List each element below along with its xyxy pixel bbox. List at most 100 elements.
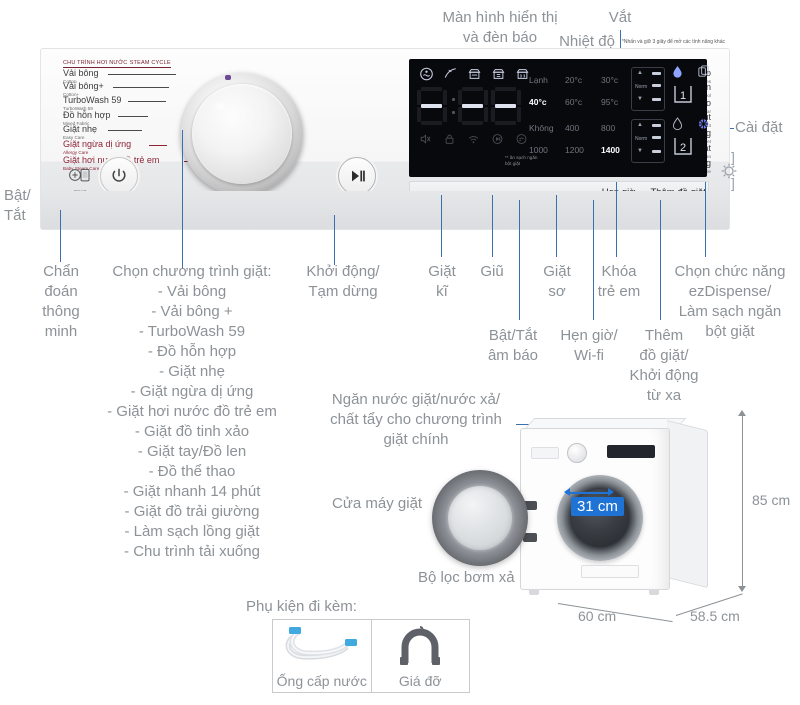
temperature-row: 40°c 60°c 95°c bbox=[529, 91, 639, 113]
ezdispense-level-2[interactable]: ▲ ▼ Norm bbox=[631, 119, 665, 163]
ezdispense-drawer-1: 1 bbox=[671, 85, 699, 112]
status-indicator-icons bbox=[419, 133, 528, 145]
accessory-caption-bracket: Giá đỡ bbox=[398, 673, 442, 689]
spin-note: ** ăn sạch ngăn bột giặt bbox=[505, 155, 538, 166]
lcd-display: Lạnh 20°c 30°c 40°c 60°c 95°c Không 400 800 1000… bbox=[409, 59, 709, 177]
bleach-flower-icon-2 bbox=[698, 119, 709, 129]
svg-text:1: 1 bbox=[680, 90, 686, 102]
height-arrow-bottom bbox=[738, 586, 746, 592]
function-button-row[interactable]: Giặt kĩ Giũ+ Giặt sơ Hẹn giờ *Wi-Fi Thêm đồ g… bbox=[409, 181, 709, 209]
spin-option[interactable]: Không bbox=[529, 117, 565, 139]
callout-spin: Vắt bbox=[608, 9, 632, 26]
warranty-badge: 10 WARRANTY bbox=[693, 202, 721, 227]
program-callout-item: - Đồ thể thao bbox=[148, 463, 236, 480]
washer-pump-filter-cover bbox=[581, 565, 639, 578]
program-label-vi: Đồ hỗn hợp bbox=[63, 110, 111, 120]
function-button-label: Hẹn giờ bbox=[601, 186, 636, 198]
washer-open-door bbox=[432, 470, 528, 566]
door-arrow-right bbox=[608, 488, 614, 496]
bracket-right-bottom: ] bbox=[731, 175, 735, 191]
softener-icon-1 bbox=[698, 65, 709, 77]
program-callout-item: - Vải bông + bbox=[151, 303, 233, 320]
height-dim-label: 85 cm bbox=[752, 492, 791, 508]
temperature-option[interactable]: 20°c bbox=[565, 69, 601, 91]
callout-door: Cửa máy giặt bbox=[332, 495, 423, 512]
program-left-line-5 bbox=[148, 145, 167, 146]
wifi-icon bbox=[468, 136, 479, 144]
leader-giatki bbox=[441, 195, 442, 257]
temperature-option[interactable]: 40°c bbox=[529, 91, 565, 113]
ezdispense-norm-label-1: Norm bbox=[635, 84, 648, 90]
leader-timer-wifi bbox=[593, 200, 594, 320]
callout-start-pause: Khởi động/ Tạm dừng bbox=[306, 263, 380, 300]
smart-diagnosis-label: Smart Diagnosis™ bbox=[67, 189, 93, 200]
function-button-label: Giặt kĩ bbox=[426, 189, 454, 201]
level-up-arrow-1[interactable]: ▲ bbox=[637, 70, 643, 76]
smart-diagnosis[interactable]: Smart Diagnosis™ bbox=[59, 167, 101, 200]
callout-timer-wifi: Hẹn giờ/ Wi-fi bbox=[560, 327, 618, 364]
function-button-3[interactable]: Hẹn giờ *Wi-Fi bbox=[589, 187, 649, 204]
power-button[interactable] bbox=[100, 157, 138, 195]
program-callout-item: - Giặt đồ trải giường bbox=[124, 503, 260, 520]
temperature-option[interactable]: 60°c bbox=[565, 91, 601, 113]
function-button-2[interactable]: Giặt sơ bbox=[529, 190, 589, 206]
temperature-option[interactable]: Lạnh bbox=[529, 69, 565, 91]
digit-2 bbox=[458, 87, 488, 125]
washer-dial bbox=[567, 443, 587, 463]
accessory-caption-hose: Ống cấp nước bbox=[276, 673, 367, 689]
program-left-line-0 bbox=[107, 74, 176, 75]
function-button-label: Thêm đồ giặt bbox=[650, 186, 706, 198]
callout-giat-so: Giặt sơ bbox=[543, 263, 571, 300]
brace-child-lock: — *Khóa Trẻ em — bbox=[621, 211, 665, 217]
inverter-direct-drive-logo: INVERTER DIRECT DRIVE MOTOR bbox=[616, 205, 685, 226]
leader-start-pause bbox=[334, 215, 335, 265]
function-button-sublabel: *Wi-Fi bbox=[611, 197, 626, 204]
level-up-arrow-2[interactable]: ▲ bbox=[637, 122, 643, 128]
leader-sound bbox=[519, 200, 520, 320]
washer-foot-right bbox=[649, 589, 659, 595]
level-down-arrow-2[interactable]: ▼ bbox=[637, 148, 643, 154]
washer-side bbox=[667, 420, 708, 589]
washer-foot-left bbox=[529, 589, 539, 595]
rinse-icon bbox=[444, 68, 456, 78]
program-label-vi: Vải bông+ bbox=[63, 81, 104, 91]
height-dim-line bbox=[742, 414, 743, 590]
program-label-vi: TurboWash 59 bbox=[63, 95, 122, 105]
program-callout-item: - Giặt ngừa dị ứng bbox=[130, 383, 254, 400]
steam-cycle-header: CHU TRÌNH HƠI NƯỚC STEAM CYCLE bbox=[63, 57, 171, 68]
callout-detergent-drawer: Ngăn nước giặt/nước xả/ chất tẩy cho chư… bbox=[330, 391, 502, 448]
level-down-arrow-1[interactable]: ▼ bbox=[637, 96, 643, 102]
program-dial[interactable] bbox=[181, 73, 303, 195]
program-callout-item: - Giặt tay/Đồ len bbox=[137, 443, 247, 460]
program-callout-item: - Giặt nhẹ bbox=[159, 363, 225, 380]
ezdispense-slot-1[interactable]: ▲ ▼ Norm 1 bbox=[631, 65, 723, 113]
function-button-4[interactable]: Thêm đồ giặt *Khởi động từ xa bbox=[648, 187, 708, 204]
leader-giu bbox=[492, 195, 493, 257]
child-lock-icon bbox=[445, 134, 454, 144]
program-callout-item: - Đồ hỗn hợp bbox=[147, 343, 237, 360]
bracket-right-top: ] bbox=[731, 149, 735, 165]
start-pause-button[interactable] bbox=[338, 157, 376, 195]
spin-option[interactable]: 400 bbox=[565, 117, 601, 139]
add-laundry-icon bbox=[492, 134, 503, 144]
leader-ezdispense bbox=[705, 182, 706, 257]
function-button-1[interactable]: Giũ+ bbox=[470, 190, 530, 206]
ezdispense-level-1[interactable]: ▲ ▼ Norm bbox=[631, 67, 665, 111]
temperature-row: Lạnh 20°c 30°c bbox=[529, 69, 639, 91]
bracket-icon bbox=[400, 626, 441, 665]
program-callout-item: - Vải bông bbox=[157, 283, 227, 300]
settings-button[interactable] bbox=[719, 161, 739, 186]
spin-option[interactable]: 1200 bbox=[565, 139, 601, 161]
remote-start-icon bbox=[516, 134, 527, 144]
program-left-line-3 bbox=[118, 116, 148, 117]
door-width-line bbox=[566, 492, 612, 494]
program-callout-item: - Làm sạch lồng giặt bbox=[124, 523, 260, 540]
height-arrow-top bbox=[738, 410, 746, 416]
ezdispense-slot-2[interactable]: ▲ ▼ Norm 2 bbox=[631, 117, 723, 165]
program-left-line-4 bbox=[107, 130, 142, 131]
depth-dim-label: 58.5 cm bbox=[690, 608, 740, 624]
water-hose-icon bbox=[285, 627, 357, 660]
temperature-option-grid[interactable]: Lạnh 20°c 30°c 40°c 60°c 95°c bbox=[529, 69, 639, 113]
function-button-0[interactable]: Giặt kĩ bbox=[410, 189, 470, 206]
dry-icon bbox=[492, 69, 505, 79]
